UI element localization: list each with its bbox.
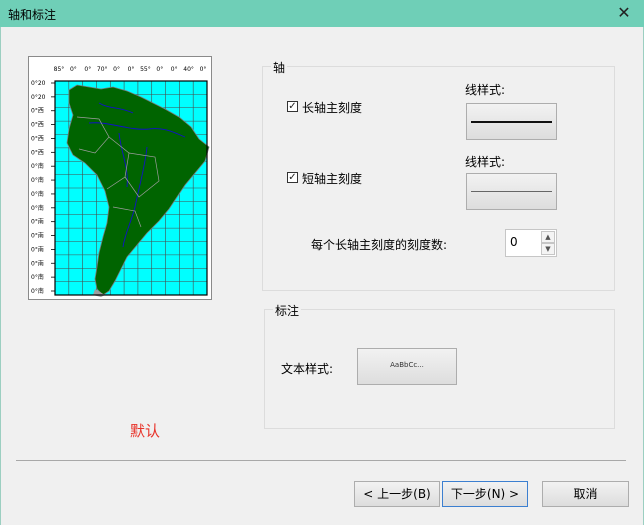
minor-tick-checkbox[interactable]: ✓ [287, 172, 298, 183]
top-tick-label: 0° [156, 66, 163, 73]
left-tick-label: 0°西 [31, 149, 44, 156]
left-tick-label: 0°西 [31, 122, 44, 129]
left-tick-label: 0°南 [31, 287, 44, 295]
back-button-label: < 上一步(B) [363, 487, 431, 501]
left-tick-label: 0°南 [31, 232, 44, 240]
left-tick-label: 0°南 [31, 259, 44, 267]
minor-tick-label: 短轴主刻度 [302, 172, 363, 186]
minor-line-style-label: 线样式: [465, 155, 506, 169]
left-tick-label: 0°西 [31, 108, 44, 115]
major-tick-checkbox[interactable]: ✓ [287, 101, 298, 112]
next-button[interactable]: 下一步(N) > [442, 481, 528, 507]
top-tick-label: 40° [183, 66, 194, 73]
text-style-button[interactable]: AaBbCc... [357, 348, 457, 385]
major-line-sample [471, 121, 552, 123]
left-tick-label: 0°南 [31, 204, 44, 212]
label-group-title: 标注 [273, 302, 302, 319]
minor-per-major-label: 每个长轴主刻度的刻度数: [311, 238, 448, 252]
top-tick-label: 0° [70, 66, 77, 73]
text-style-sample: AaBbCc... [390, 361, 424, 369]
major-line-style-button[interactable] [466, 103, 557, 140]
footer-separator [16, 460, 626, 461]
top-tick-label: 0° [171, 66, 178, 73]
left-tick-label: 0°南 [31, 218, 44, 226]
spin-down-icon[interactable]: ▼ [541, 243, 555, 255]
minor-per-major-spinner[interactable]: 0 ▲ ▼ [505, 229, 557, 257]
cancel-button-label: 取消 [573, 487, 598, 501]
top-tick-label: 0° [84, 66, 91, 73]
left-tick-label: 0°南 [31, 245, 44, 253]
left-tick-label: 0°南 [31, 176, 44, 184]
default-label: 默认 [130, 422, 161, 440]
text-style-label: 文本样式: [281, 362, 334, 376]
minor-per-major-value: 0 [510, 235, 518, 249]
next-button-label: 下一步(N) > [450, 487, 520, 501]
top-tick-label: 0° [200, 66, 207, 73]
left-tick-label: 0°南 [31, 273, 44, 281]
window-title: 轴和标注 [8, 8, 57, 22]
back-button[interactable]: < 上一步(B) [354, 481, 440, 507]
major-line-style-label: 线样式: [465, 83, 506, 97]
minor-line-style-button[interactable] [466, 173, 557, 210]
map-preview-svg: 85° 0° 0° 70° 0° 0° 55° 0° 0° 40° 0° 0°20 0°20 0°西 0°西… [29, 57, 211, 299]
close-icon[interactable]: ✕ [614, 3, 634, 23]
axis-group-title: 轴 [271, 59, 288, 76]
map-preview: 85° 0° 0° 70° 0° 0° 55° 0° 0° 40° 0° 0°20 0°20 0°西 0°西… [28, 56, 212, 300]
left-tick-label: 0°南 [31, 162, 44, 170]
left-tick-label: 0°南 [31, 190, 44, 198]
title-bar: 轴和标注 ✕ [0, 0, 644, 27]
cancel-button[interactable]: 取消 [542, 481, 629, 507]
top-tick-label: 70° [97, 66, 108, 73]
spin-up-icon[interactable]: ▲ [541, 231, 555, 243]
top-tick-label: 0° [128, 66, 135, 73]
major-tick-label: 长轴主刻度 [302, 101, 363, 115]
left-tick-label: 0°20 [31, 80, 46, 87]
minor-line-sample [471, 191, 552, 192]
top-tick-label: 0° [113, 66, 120, 73]
left-tick-label: 0°西 [31, 135, 44, 142]
top-tick-label: 85° [54, 66, 65, 73]
left-tick-label: 0°20 [31, 94, 46, 101]
top-tick-label: 55° [140, 66, 151, 73]
